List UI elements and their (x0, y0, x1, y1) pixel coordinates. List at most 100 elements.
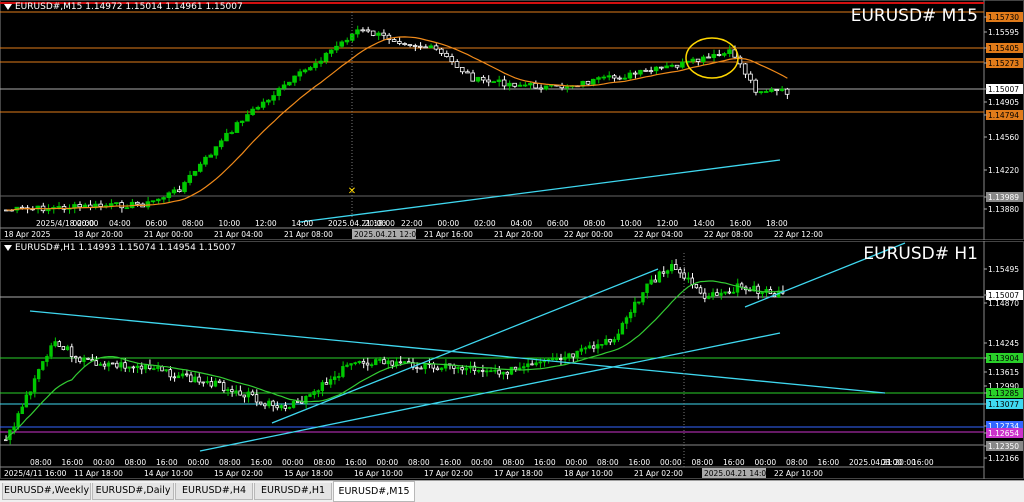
trend-line (299, 159, 781, 223)
symbol-info-h1: EURUSD#,H1 1.14993 1.15074 1.14954 1.150… (4, 243, 236, 253)
candle-body (590, 78, 596, 85)
candle-body (670, 264, 674, 272)
hour-label: 04:00 (511, 219, 533, 228)
candle-body (213, 146, 219, 156)
candle-body (131, 366, 135, 369)
candle-body (279, 405, 283, 409)
candle-body (412, 45, 418, 47)
chart-name-h1: EURUSD# H1 (863, 244, 978, 264)
candle-body (254, 394, 259, 403)
candle-body (497, 369, 501, 375)
candle-body (632, 72, 638, 75)
candle-body (391, 39, 397, 42)
candle-body (353, 362, 357, 365)
candle-body (528, 83, 533, 86)
tab-eurusd-daily[interactable]: EURUSD#,Daily (92, 483, 174, 500)
price-label: 1.15007 (988, 85, 1019, 94)
candle-body (711, 54, 717, 58)
hour-label: 00:00 (755, 458, 777, 467)
time-label: 15 Apr 18:00 (284, 469, 333, 478)
candle-body (127, 366, 131, 369)
candle-body (496, 79, 502, 82)
candle-body (365, 362, 370, 366)
candle-body (485, 370, 489, 373)
candle-body (357, 360, 362, 364)
candle-body (20, 406, 24, 415)
candle-body (748, 73, 753, 81)
candle-body (152, 368, 156, 370)
tab-eurusd-h4[interactable]: EURUSD#,H4 (175, 483, 253, 500)
time-label: 17 Apr 02:00 (424, 469, 473, 478)
price-label: 1.14870 (988, 299, 1019, 308)
time-label: 18 Apr 20:00 (74, 230, 123, 239)
chart-m15[interactable]: 1.15730 1.15595 1.15405 1.15273 1.15007 1.149… (0, 0, 1024, 240)
candle-body (394, 361, 399, 366)
time-label: 2025/4/11 16:00 (4, 469, 67, 478)
time-label: 21 Apr 00:00 (144, 230, 193, 239)
candle-body (197, 376, 201, 383)
candle-body (205, 381, 209, 383)
candle-body (255, 106, 261, 110)
candle-body (161, 197, 166, 200)
price-label: 1.14220 (988, 166, 1019, 175)
candle-body (533, 83, 538, 89)
candle-body (82, 204, 88, 208)
chart-frame (0, 0, 1024, 240)
candle-body (760, 292, 764, 294)
hour-label: 16:00 (62, 458, 84, 467)
candle-body (156, 198, 161, 202)
hour-label: 00:00 (438, 219, 460, 228)
candle-body (753, 79, 758, 93)
candle-body (763, 91, 769, 93)
dropdown-arrow-icon[interactable] (4, 3, 12, 10)
candle-body (123, 362, 127, 369)
candle-body (596, 77, 601, 80)
candle-body (617, 77, 622, 80)
candle-body (784, 88, 790, 95)
candle-body (135, 201, 140, 205)
candle-body (522, 84, 528, 87)
candle-body (106, 362, 111, 367)
candle-body (119, 202, 124, 209)
hour-label: 16:00 (818, 458, 840, 467)
candle-body (115, 362, 119, 368)
candle-body (439, 48, 444, 54)
tab-eurusd-m15[interactable]: EURUSD#,M15 (333, 481, 415, 502)
chart-h1-canvas[interactable]: 1.154951.150071.148701.142451.139041.136… (0, 241, 1024, 479)
time-label: 22 Apr 00:00 (564, 230, 613, 239)
candle-body (242, 394, 246, 398)
candle-body (571, 353, 575, 358)
hour-label: 02:00 (73, 219, 95, 228)
candle-body (756, 285, 760, 294)
candle-body (398, 361, 403, 364)
candle-body (690, 58, 696, 62)
symbol-info-m15: EURUSD#,M15 1.14972 1.15014 1.14961 1.15… (4, 2, 243, 12)
candle-body (344, 39, 350, 43)
chart-m15-canvas[interactable]: 1.15730 1.15595 1.15405 1.15273 1.15007 1.149… (0, 0, 1024, 240)
candle-body (428, 45, 434, 49)
candle-body (193, 376, 197, 383)
candle-body (283, 405, 288, 409)
tab-eurusd-h1[interactable]: EURUSD#,H1 (254, 483, 332, 500)
price-label: 1.14794 (988, 111, 1019, 120)
tab-eurusd-weekly[interactable]: EURUSD#,Weekly (2, 483, 91, 500)
candle-body (616, 333, 620, 340)
candle-body (386, 360, 390, 365)
candle-body (470, 72, 475, 82)
candle-body (758, 91, 764, 94)
candle-body (439, 367, 444, 371)
candle-body (583, 347, 588, 350)
candle-body (664, 65, 669, 69)
candle-body (94, 360, 98, 366)
candle-body (292, 75, 297, 83)
chart-h1[interactable]: 1.15495 1.15007 1.14870 1.14245 1.13904 1.136… (0, 241, 1024, 479)
candle-body (337, 376, 341, 378)
candle-body (276, 88, 282, 96)
candle-body (145, 201, 151, 208)
hour-label: 00:00 (282, 458, 304, 467)
dropdown-arrow-icon[interactable] (4, 244, 12, 251)
hour-label: 08:00 (584, 219, 606, 228)
annotation-circle (685, 37, 739, 79)
candle-body (601, 76, 606, 79)
candle-body (182, 182, 187, 193)
